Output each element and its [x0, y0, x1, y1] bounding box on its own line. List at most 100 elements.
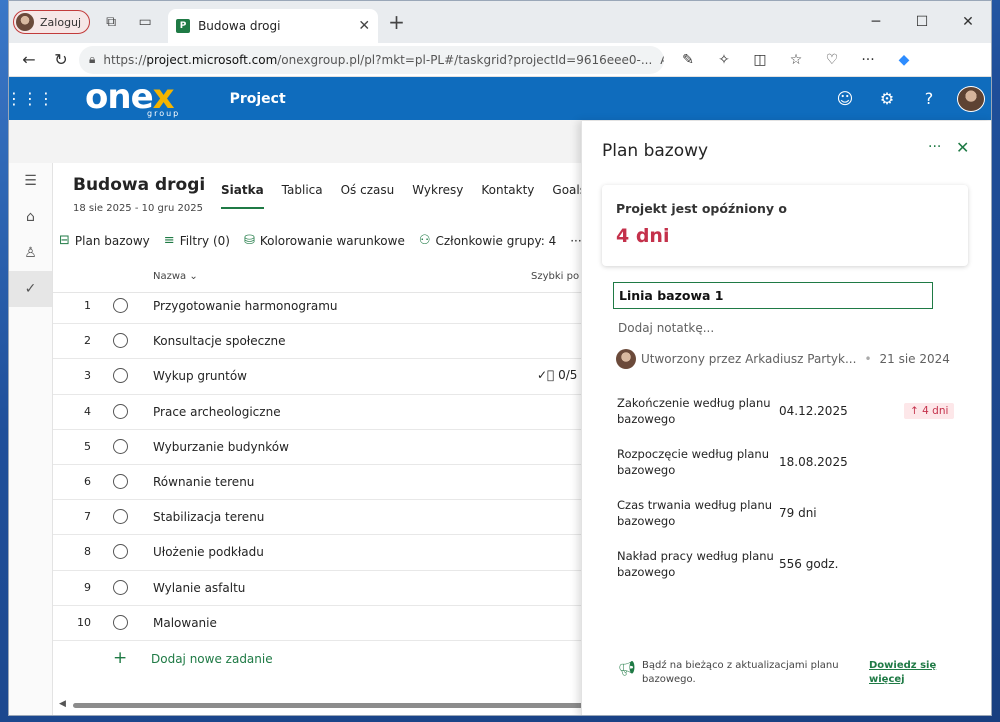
table-row[interactable]: 8 Ułożenie podkładu: [53, 535, 593, 571]
group-members-button[interactable]: ⚇ Członkowie grupy: 4: [419, 233, 556, 248]
tab-bar: Zaloguj ⧉ ▭ P Budowa drogi ✕ + ─ ☐ ✕: [9, 1, 991, 43]
settings-more-icon[interactable]: ···: [852, 46, 884, 74]
complete-task-circle-icon[interactable]: [113, 438, 128, 454]
scroll-thumb[interactable]: [73, 703, 589, 708]
favorites-icon[interactable]: ☆: [780, 46, 812, 74]
learn-more-link[interactable]: Dowiedz się więcej: [869, 659, 939, 687]
task-name[interactable]: Przygotowanie harmonogramu: [153, 299, 338, 313]
minimize-icon[interactable]: ─: [853, 1, 899, 43]
tab-board[interactable]: Tablica: [282, 183, 323, 209]
baseline-panel: Plan bazowy ··· ✕ Projekt jest opóźniony…: [581, 121, 991, 715]
conditional-coloring-button[interactable]: ⛁ Kolorowanie warunkowe: [244, 233, 405, 248]
panel-more-icon[interactable]: ···: [928, 139, 941, 155]
task-number: 5: [84, 439, 91, 453]
task-number: 4: [84, 404, 91, 418]
complete-task-circle-icon[interactable]: [113, 333, 128, 349]
app-launcher-icon[interactable]: ⋮⋮⋮: [9, 89, 54, 108]
footer-text: Bądź na bieżąco z aktualizacjami planu b…: [642, 660, 839, 685]
complete-task-circle-icon[interactable]: [113, 473, 128, 489]
task-name[interactable]: Malowanie: [153, 616, 217, 630]
complete-task-circle-icon[interactable]: [113, 298, 128, 313]
window-close-icon[interactable]: ✕: [945, 1, 991, 43]
baseline-name-input[interactable]: Linia bazowa 1: [613, 282, 933, 309]
task-name[interactable]: Prace archeologiczne: [153, 405, 281, 419]
maximize-icon[interactable]: ☐: [899, 1, 945, 43]
complete-task-circle-icon[interactable]: [113, 579, 128, 595]
back-arrow-icon[interactable]: ←: [15, 46, 43, 74]
created-info: Utworzony przez Arkadiusz Partyk... • 21…: [616, 349, 950, 369]
lock-icon: 🔒︎: [89, 52, 96, 66]
tab-close-icon[interactable]: ✕: [358, 18, 370, 34]
task-name[interactable]: Ułożenie podkładu: [153, 545, 264, 559]
field-value: 79 dni: [779, 506, 817, 520]
table-row[interactable]: 7 Stabilizacja terenu: [53, 500, 593, 536]
copilot-icon[interactable]: ◆: [888, 46, 920, 74]
task-number: 8: [84, 545, 91, 559]
filters-button[interactable]: ≡ Filtry (0): [164, 233, 230, 248]
baseline-label: Plan bazowy: [74, 233, 150, 248]
tab-charts[interactable]: Wykresy: [412, 183, 463, 209]
complete-task-circle-icon[interactable]: [113, 614, 128, 630]
extensions-icon[interactable]: ✧: [708, 46, 740, 74]
person-icon[interactable]: ♙: [9, 235, 52, 271]
complete-task-circle-icon[interactable]: [113, 509, 128, 525]
extension-feather-icon[interactable]: ✎: [672, 46, 704, 74]
tab-contacts[interactable]: Kontakty: [481, 183, 534, 209]
url-domain: project.microsoft.com: [146, 52, 278, 67]
home-icon[interactable]: ⌂: [9, 199, 52, 235]
tab-actions-icon[interactable]: ▭: [132, 9, 158, 35]
tab-timeline[interactable]: Oś czasu: [341, 183, 395, 209]
task-name[interactable]: Wyburzanie budynków: [153, 440, 289, 454]
table-row[interactable]: 1 Przygotowanie harmonogramu: [53, 289, 593, 325]
browser-essentials-icon[interactable]: ♡: [816, 46, 848, 74]
task-number: 2: [84, 334, 91, 348]
task-name[interactable]: Równanie terenu: [153, 475, 254, 489]
complete-task-circle-icon[interactable]: [113, 403, 128, 419]
tasks-check-icon[interactable]: ✓: [9, 271, 52, 307]
table-row[interactable]: 4 Prace archeologiczne: [53, 395, 593, 430]
checklist-icon: ✓⃝: [537, 368, 555, 383]
task-name[interactable]: Wylanie asfaltu: [153, 581, 245, 595]
add-note-field[interactable]: Dodaj notatkę...: [618, 321, 714, 335]
read-aloud-icon[interactable]: A: [660, 53, 664, 67]
column-quick-header[interactable]: Szybki po: [531, 271, 579, 282]
settings-gear-icon[interactable]: ⚙: [873, 89, 901, 108]
user-avatar[interactable]: [957, 85, 985, 112]
complete-task-circle-icon[interactable]: [113, 544, 128, 560]
task-name[interactable]: Wykup gruntów: [153, 369, 247, 383]
profile-button[interactable]: Zaloguj: [13, 10, 91, 34]
scroll-left-icon[interactable]: ◀: [59, 699, 66, 709]
table-row[interactable]: 10 Malowanie: [53, 606, 593, 641]
panel-close-icon[interactable]: ✕: [956, 138, 969, 157]
toolbar-more-icon[interactable]: ···: [570, 234, 581, 248]
table-row[interactable]: 5 Wyburzanie budynków: [53, 430, 593, 465]
task-name[interactable]: Stabilizacja terenu: [153, 510, 264, 524]
profile-label: Zaloguj: [40, 15, 82, 29]
complete-task-circle-icon[interactable]: [113, 368, 128, 384]
table-row[interactable]: 3 Wykup gruntów ✓⃝ 0/5: [53, 359, 593, 395]
add-task-row[interactable]: + Dodaj nowe zadanie: [53, 641, 593, 676]
field-value: 556 godz.: [779, 557, 839, 571]
tab-grid[interactable]: Siatka: [221, 183, 264, 209]
browser-tab[interactable]: P Budowa drogi ✕: [168, 9, 379, 43]
collections-icon[interactable]: ⧉: [98, 9, 124, 35]
help-icon[interactable]: ?: [915, 89, 943, 108]
table-row[interactable]: 2 Konsultacje społeczne: [53, 324, 593, 360]
table-row[interactable]: 6 Równanie terenu: [53, 465, 593, 501]
column-name-header[interactable]: Nazwa ⌄: [153, 271, 198, 282]
task-number: 6: [84, 474, 91, 488]
browser-window: Zaloguj ⧉ ▭ P Budowa drogi ✕ + ─ ☐ ✕ ← ↻…: [8, 0, 992, 716]
url-field[interactable]: 🔒︎ https://project.microsoft.com/onexgro…: [79, 45, 664, 74]
field-label: Zakończenie według planu bazowego: [617, 396, 771, 426]
baseline-button[interactable]: ⊟ Plan bazowy: [59, 233, 150, 248]
onex-logo: onex group: [85, 76, 181, 118]
task-name[interactable]: Konsultacje społeczne: [153, 334, 286, 348]
table-row[interactable]: 9 Wylanie asfaltu: [53, 571, 593, 606]
horizontal-scrollbar[interactable]: ◀: [59, 699, 589, 709]
feedback-smiley-icon[interactable]: ☺: [831, 89, 859, 108]
split-screen-icon[interactable]: ◫: [744, 46, 776, 74]
new-tab-icon[interactable]: +: [388, 10, 405, 34]
refresh-icon[interactable]: ↻: [47, 46, 75, 74]
menu-hamburger-icon[interactable]: ☰: [9, 163, 52, 199]
project-favicon-icon: P: [176, 19, 191, 33]
